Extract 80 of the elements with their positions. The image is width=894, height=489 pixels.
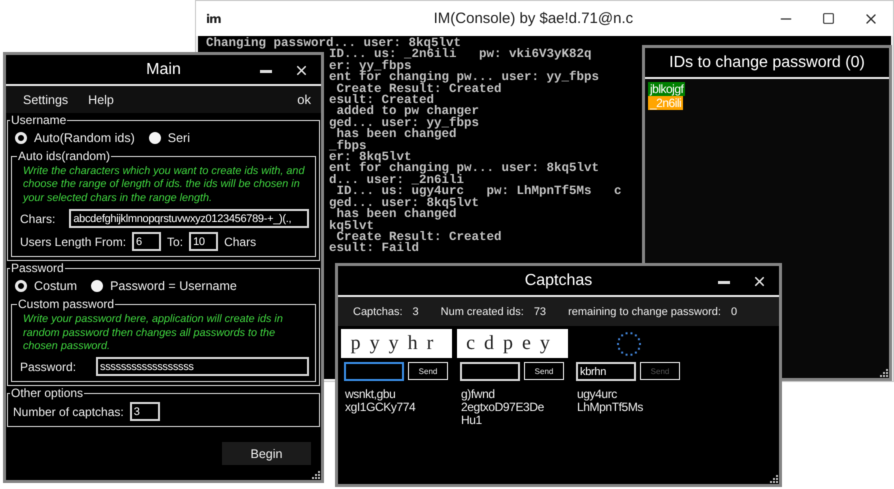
console-line: esult: Faild [329,243,420,255]
close-icon[interactable] [294,63,309,78]
radio-label: Password = Username [110,279,237,294]
window-title: IM(Console) by $ae!d.71@n.c [434,10,634,27]
stat-value: 3 [412,306,419,318]
resize-grip-icon[interactable] [768,473,778,483]
console-line: ID... us: ugy4urc pw: LhMpnTf5Ms c [336,186,622,198]
send-button[interactable]: Send [524,362,564,380]
captcha-text: pyyhr [350,332,442,355]
password-text: LhMpnTf5Ms [577,401,644,414]
hint-text: Write your password here, application will create ids in random password then changes all passwords to the chosen password. [22,312,284,354]
stat-label: Num created ids: [440,306,524,318]
console-line: kq5lvt [329,220,374,232]
menu-item[interactable]: ok [297,92,311,107]
menu-item[interactable]: Help [88,92,114,106]
group-title: Auto ids(random) [17,149,112,163]
captcha-input-field[interactable] [344,362,404,381]
console-line: ged... user: yy_fbps [329,118,480,130]
window-title: IDs to change password (0) [669,54,865,72]
radio-label: Seri [168,131,190,145]
radio-button[interactable] [148,132,161,144]
console-line: ent for changing pw... user: yy_fbps [329,72,600,84]
console-line: ent for changing pw... user: 8kq5lvt [329,163,600,175]
radio-button[interactable] [15,280,27,292]
field-label: Users Length From: [20,234,126,249]
field-label: To: [167,234,184,249]
resize-grip-icon[interactable] [310,469,320,479]
length-from-field[interactable]: 6 [132,232,162,252]
password-field[interactable]: ssssssssssssssssss [96,357,309,376]
stat-value: 73 [534,306,546,318]
console-line: er: yy_fbps [329,60,412,72]
resize-grip-icon[interactable] [878,367,888,377]
password-text: xgI1GCKy774 [345,401,416,414]
loading-spinner-icon [614,330,642,358]
username-text: g)fwnd [461,388,496,401]
group-title: Other options [10,386,84,400]
console-line: Changing password... user: 8kq5lvt [206,38,462,50]
app-logo: im [206,12,221,26]
window-title: Captchas [524,272,592,290]
password-text: 2egtxoD97E3DeHu1 [461,401,545,427]
captcha-text: cdpey [466,332,559,355]
captchas-count-field[interactable]: 3 [130,402,160,422]
username-text: wsnkt,gbu [345,388,396,401]
console-line: ID... us: _2n6ili pw: vki6V3yK82q [329,49,592,61]
hint-text: Write the characters which you want to create ids with, and choose the range of length of ids. the ids will be chosen in your selected chars in the range length. [22,164,306,206]
stat-value: 0 [730,306,738,318]
group-title: Password [10,261,65,276]
field-label: Chars: [20,212,56,226]
radio-button[interactable] [91,280,104,292]
console-line: has been changed [336,129,457,141]
close-icon[interactable] [752,274,767,289]
group-title: Username [10,113,68,127]
radio-button[interactable] [15,132,27,144]
console-line: has been changed [336,209,457,220]
console-line: added to pw changer [336,106,480,118]
group-title: Custom password [17,297,116,312]
unit-label: Chars [224,234,256,249]
console-line: d... user: _2n6ili [329,174,464,186]
stat-label: Captchas: [353,306,403,318]
length-to-field[interactable]: 10 [189,232,218,252]
console-line: esult: Created [329,95,434,106]
id-list-item[interactable]: jblkojgf [648,82,686,96]
radio-label: Costum [34,279,78,294]
field-label: Number of captchas: [13,404,124,419]
window-title: Main [146,60,181,78]
captcha-input-field[interactable]: kbrhn [576,362,636,381]
begin-button[interactable]: Begin [222,442,311,466]
send-button[interactable]: Send [408,362,448,380]
console-line: Create Result: Created [336,84,502,96]
radio-label: Auto(Random ids) [34,131,135,145]
menu-item[interactable]: Settings [23,92,68,106]
chars-field[interactable]: abcdefghijklmnopqrstuvwxyz0123456789-+_)(., [69,209,309,228]
console-line: Create Result: Created [336,232,502,244]
username-text: ugy4urc [577,388,618,401]
stat-label: remaining to change password: [568,306,721,318]
console-line: ged... user: 8kq5lvt [329,198,480,210]
field-label: Password: [20,360,76,374]
console-line: er: 8kq5lvt [329,152,412,164]
maximize-icon[interactable] [822,12,835,25]
console-line: _fbps [329,140,367,152]
